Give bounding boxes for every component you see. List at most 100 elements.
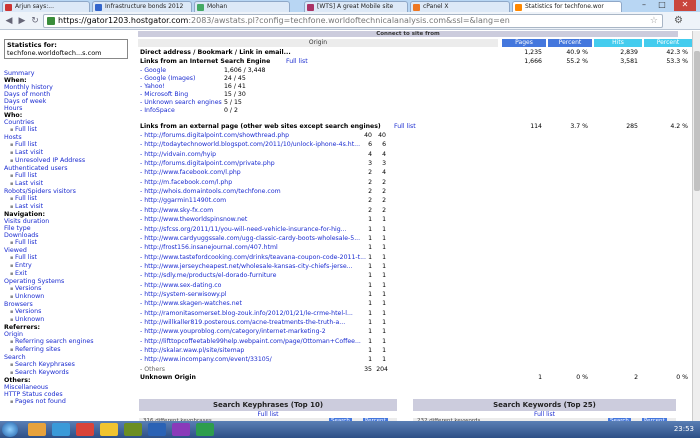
sidebar-robots-full-list[interactable]: Full list (4, 195, 133, 203)
sidebar-referring-search-engines[interactable]: Referring search engines (4, 338, 133, 346)
external-link-url[interactable]: - http://www.theworldspinsnow.net (140, 216, 247, 223)
wrench-icon[interactable]: ⚙ (674, 15, 683, 26)
bookmark-star-icon[interactable]: ☆ (650, 15, 658, 27)
tab-infrastructure-bonds[interactable]: Infrastructure bonds 2012 (92, 1, 192, 12)
external-link-url[interactable]: - http://vidvain.com/hyip (140, 151, 216, 158)
sidebar-auth-full-list[interactable]: Full list (4, 172, 133, 180)
sidebar-days-of-month[interactable]: Days of month (4, 91, 133, 98)
forward-icon[interactable]: ▶ (16, 15, 28, 27)
sidebar-summary[interactable]: Summary (4, 70, 133, 77)
external-link-url[interactable]: - http://www.youproblog.com/category/int… (140, 328, 326, 335)
keywords-full-list-link[interactable]: Full list (413, 411, 676, 418)
external-link-url[interactable]: - http://forums.digitalpoint.com/private… (140, 160, 275, 167)
explorer-taskbar-icon[interactable] (28, 423, 46, 436)
sidebar-countries[interactable]: Countries (4, 119, 133, 126)
sidebar-hosts-full-list[interactable]: Full list (4, 141, 133, 149)
ie-taskbar-icon[interactable] (52, 423, 70, 436)
tab-wts-mobile[interactable]: [WTS] A great Mobile site (304, 1, 408, 12)
se-full-list-link[interactable]: Full list (286, 58, 308, 65)
url-input[interactable]: https://gator1203.hostgator.com:2083/aws… (43, 14, 663, 28)
external-link-url[interactable]: - http://sfcss.org/2011/11/you-will-need… (140, 226, 347, 233)
sidebar-hosts[interactable]: Hosts (4, 134, 133, 141)
external-link-url[interactable]: - http://sdly.me/products/el-dorado-furn… (140, 272, 276, 279)
external-link-url[interactable]: - http://ggarmin11490t.com (140, 197, 226, 204)
tab-mohan[interactable]: Mohan (194, 1, 290, 12)
external-link-url[interactable]: - http://www.sky-fx.com (140, 207, 213, 214)
external-link-url[interactable]: - http://www.skagen-watches.net (140, 300, 242, 307)
sidebar-entry[interactable]: Entry (4, 262, 133, 270)
sidebar-auth-last-visit[interactable]: Last visit (4, 180, 133, 188)
external-link-url[interactable]: - http://www.cardyuggssale.com/ugg-class… (140, 235, 360, 242)
search-engine-name[interactable]: - Google (140, 67, 166, 74)
search-engine-name[interactable]: - InfoSpace (140, 107, 175, 114)
external-link-url[interactable]: - http://willkaller819.posterous.com/acn… (140, 319, 345, 326)
external-link-url[interactable]: - http://www.tastefordcooking.com/drinks… (140, 254, 366, 261)
external-link-url[interactable]: - http://skalar.waw.pl/site/sitemap (140, 347, 244, 354)
app2-taskbar-icon[interactable] (172, 423, 190, 436)
external-link-url[interactable]: - http://www.incompany.com/event/33105/ (140, 356, 272, 363)
sidebar-search-keywords[interactable]: Search Keywords (4, 369, 133, 377)
sidebar-downloads-full-list[interactable]: Full list (4, 239, 133, 247)
sidebar-unresolved-ip[interactable]: Unresolved IP Address (4, 157, 133, 165)
sidebar-countries-full-list[interactable]: Full list (4, 126, 133, 134)
word-taskbar-icon[interactable] (148, 423, 166, 436)
sidebar-viewed[interactable]: Viewed (4, 247, 133, 254)
media-taskbar-icon[interactable] (76, 423, 94, 436)
sidebar-browser-versions[interactable]: Versions (4, 308, 133, 316)
search-engine-name[interactable]: - Google (Images) (140, 75, 195, 82)
excel-taskbar-icon[interactable] (196, 423, 214, 436)
search-engine-name[interactable]: - Yahoo! (140, 83, 165, 90)
sidebar-miscellaneous[interactable]: Miscellaneous (4, 384, 133, 391)
sidebar-http-status-codes[interactable]: HTTP Status codes (4, 391, 133, 398)
start-button[interactable] (2, 422, 18, 437)
sidebar-search[interactable]: Search (4, 354, 133, 361)
reload-icon[interactable]: ↻ (29, 15, 41, 27)
external-link-url[interactable]: - http://www.facebook.com/l.php (140, 169, 241, 176)
vertical-scrollbar[interactable] (692, 31, 700, 421)
external-link-url[interactable]: - http://forums.digitalpoint.com/showthr… (140, 132, 289, 139)
chrome-taskbar-icon[interactable] (100, 423, 118, 436)
search-engine-name[interactable]: - Unknown search engines (140, 99, 222, 106)
external-link-url[interactable]: - http://www.jerseycheapest.net/wholesal… (140, 263, 353, 270)
sidebar-robots[interactable]: Robots/Spiders visitors (4, 188, 133, 195)
app-taskbar-icon[interactable] (124, 423, 142, 436)
sidebar-os-versions[interactable]: Versions (4, 285, 133, 293)
sidebar-search-keyphrases[interactable]: Search Keyphrases (4, 361, 133, 369)
maximize-icon[interactable]: □ (654, 0, 670, 11)
back-icon[interactable]: ◀ (3, 15, 15, 27)
sidebar-hosts-last-visit[interactable]: Last visit (4, 149, 133, 157)
sidebar-referring-sites[interactable]: Referring sites (4, 346, 133, 354)
external-link-url[interactable]: - http://system-serwisowy.pl (140, 291, 227, 298)
external-link-url[interactable]: - http://m.facebook.com/l.php (140, 179, 232, 186)
tab-cpanel[interactable]: cPanel X (410, 1, 510, 12)
sidebar-os-unknown[interactable]: Unknown (4, 293, 133, 301)
sidebar-pages-not-found[interactable]: Pages not found (4, 398, 133, 406)
sidebar-authenticated-users[interactable]: Authenticated users (4, 165, 133, 172)
sidebar-downloads[interactable]: Downloads (4, 232, 133, 239)
sidebar-visits-duration[interactable]: Visits duration (4, 218, 133, 225)
external-link-url[interactable]: - http://www.sex-dating.co (140, 282, 221, 289)
sidebar-operating-systems[interactable]: Operating Systems (4, 278, 133, 285)
external-link-url[interactable]: - http://todaytechnoworld.blogspot.com/2… (140, 141, 360, 148)
sidebar-origin[interactable]: Origin (4, 331, 133, 338)
ext-full-list-link[interactable]: Full list (394, 123, 416, 130)
scrollbar-thumb[interactable] (694, 51, 700, 191)
external-link-url[interactable]: - http://lifttopcoffeetable99help.webpai… (140, 338, 361, 345)
sidebar-days-of-week[interactable]: Days of week (4, 98, 133, 105)
sidebar-browser-unknown[interactable]: Unknown (4, 316, 133, 324)
minimize-icon[interactable]: – (636, 0, 652, 11)
tab-statistics[interactable]: Statistics for techfone.wor (512, 1, 622, 12)
external-link-url[interactable]: - http://whois.domaintools.com/techfone.… (140, 188, 281, 195)
sidebar-viewed-full-list[interactable]: Full list (4, 254, 133, 262)
keyphrases-full-list-link[interactable]: Full list (139, 411, 397, 418)
sidebar-file-type[interactable]: File type (4, 225, 133, 232)
sidebar-hours[interactable]: Hours (4, 105, 133, 112)
external-link-url[interactable]: - http://ramonitasomerset.blog-zouk.info… (140, 310, 353, 317)
close-window-icon[interactable]: ✕ (674, 0, 696, 11)
sidebar-robots-last-visit[interactable]: Last visit (4, 203, 133, 211)
search-engine-name[interactable]: - Microsoft Bing (140, 91, 188, 98)
tab-arjun[interactable]: Arjun says:... (2, 1, 90, 12)
sidebar-exit[interactable]: Exit (4, 270, 133, 278)
sidebar-monthly-history[interactable]: Monthly history (4, 84, 133, 91)
external-link-url[interactable]: - http://frost156.insanejournal.com/407.… (140, 244, 278, 251)
